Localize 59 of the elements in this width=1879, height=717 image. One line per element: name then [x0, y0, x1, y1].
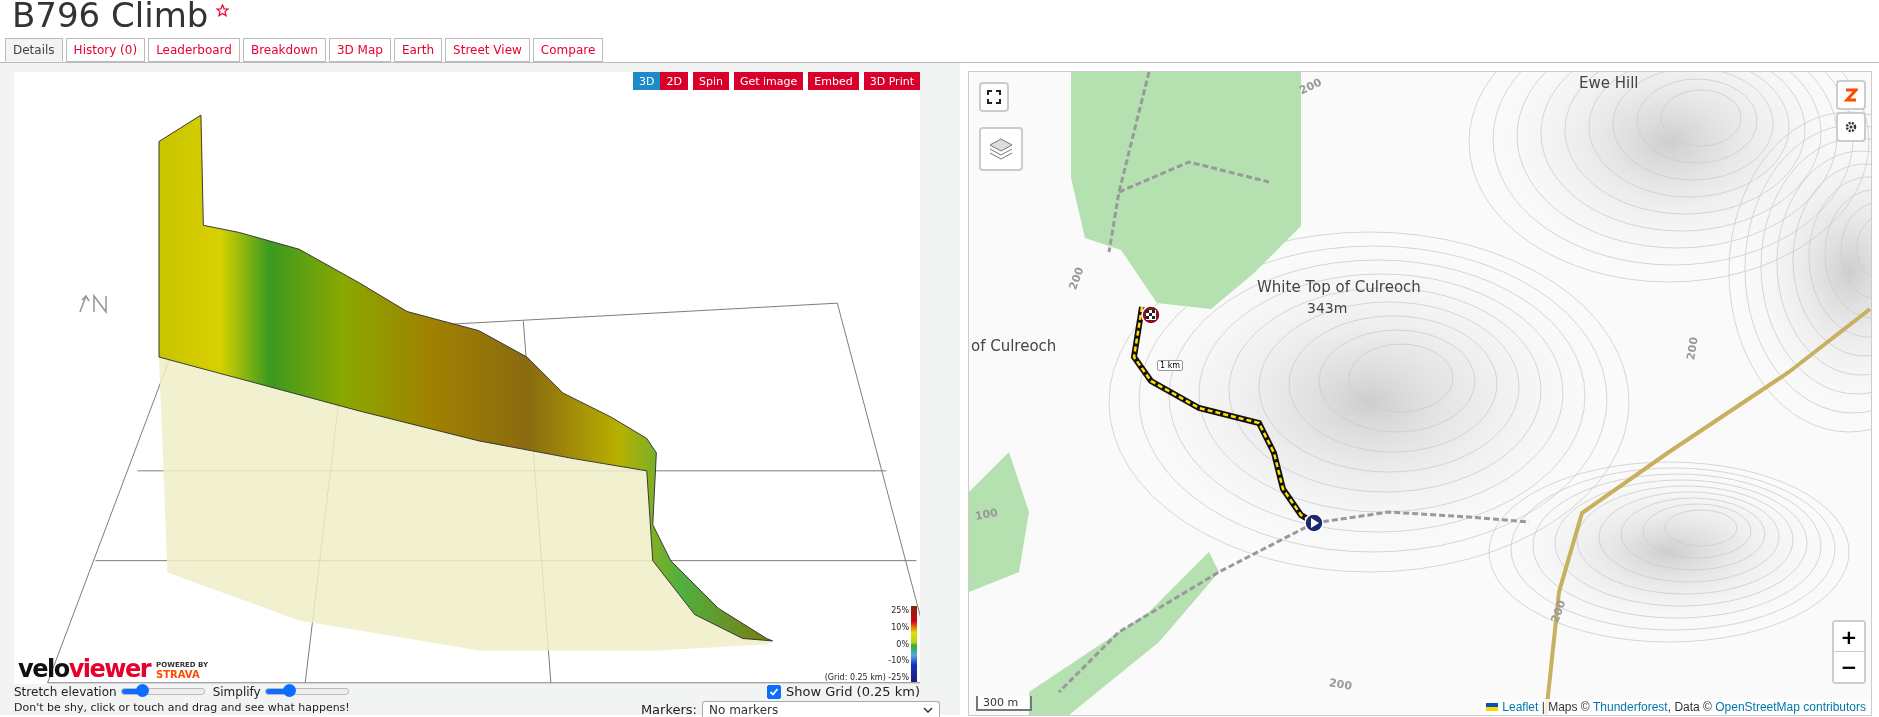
partner-logo: STRAVA: [156, 669, 201, 680]
layers-button[interactable]: [979, 127, 1023, 171]
slider-thumb[interactable]: [282, 684, 296, 697]
tab[interactable]: Leaderboard: [148, 38, 240, 62]
fullscreen-icon: [987, 90, 1001, 104]
tab[interactable]: Earth: [393, 38, 443, 62]
tab[interactable]: 3D Map: [328, 38, 391, 62]
scale-bar: 300 m: [976, 696, 1032, 711]
map-label: 200: [1066, 265, 1087, 292]
attribution-text: , Data ©: [1667, 700, 1713, 714]
attribution-link[interactable]: OpenStreetMap contributors: [1715, 700, 1866, 714]
attribution-link[interactable]: Thunderforest: [1593, 700, 1668, 714]
markers-select[interactable]: No markers: [702, 701, 940, 717]
checkbox[interactable]: [766, 684, 781, 699]
tab[interactable]: Breakdown: [242, 38, 326, 62]
settings-icon: [1845, 121, 1857, 133]
distance-marker: 1 km: [1157, 360, 1184, 371]
action-button[interactable]: Get image: [733, 72, 804, 90]
map-label: of Culreoch: [971, 337, 1057, 355]
map-label: 100: [974, 506, 999, 523]
slider-thumb[interactable]: [136, 684, 150, 697]
action-button[interactable]: Embed: [808, 72, 859, 90]
star-icon[interactable]: [216, 4, 230, 17]
settings-button[interactable]: [1836, 112, 1866, 142]
map-label: 200: [1328, 676, 1353, 693]
legend-label: 25%: [891, 606, 909, 615]
action-button[interactable]: 3D Print: [863, 72, 920, 90]
flag-icon: [1486, 703, 1499, 711]
tab[interactable]: Compare: [532, 38, 604, 62]
fullscreen-button[interactable]: [979, 82, 1009, 112]
view-mode-button[interactable]: 2D: [660, 72, 688, 90]
map-label: 200: [1297, 75, 1324, 98]
attribution-link[interactable]: Leaflet: [1502, 700, 1539, 714]
map-label: 343m: [1307, 300, 1348, 316]
zoom-in-button[interactable]: +: [1834, 622, 1864, 652]
legend-label: 10%: [891, 622, 909, 632]
legend-label: -10%: [888, 656, 909, 666]
map-label: White Top of Culreoch: [1257, 278, 1421, 296]
map-label: 200: [1684, 336, 1701, 361]
markers-label: Markers:: [640, 702, 697, 717]
checkbox-label: Show Grid (0.25 km): [785, 684, 920, 699]
tab[interactable]: History (0): [65, 38, 146, 62]
hint-text: Don't be shy, click or touch and drag and see what happens!: [14, 701, 350, 714]
page-title: B796 Climb: [12, 0, 209, 37]
view-mode-button[interactable]: 3D: [633, 72, 661, 90]
attribution-text: | Maps ©: [1540, 700, 1591, 714]
layers-icon: [988, 137, 1014, 161]
slider-label: Simplify: [212, 684, 261, 699]
logo-wordmark: veloviewer: [18, 658, 151, 680]
legend-label: (Grid: 0.25 km) -25%: [824, 673, 909, 682]
map-label: Ewe Hill: [1579, 74, 1639, 92]
action-button[interactable]: Spin: [692, 72, 729, 90]
tab[interactable]: Street View: [445, 38, 530, 62]
legend-label: 0%: [896, 639, 909, 649]
tab[interactable]: Details: [5, 38, 63, 62]
slider-label: Stretch elevation: [14, 684, 117, 699]
chevron-down-icon: [923, 706, 933, 713]
map-label: 200: [1548, 598, 1569, 625]
z-logo-icon: [1844, 88, 1858, 102]
